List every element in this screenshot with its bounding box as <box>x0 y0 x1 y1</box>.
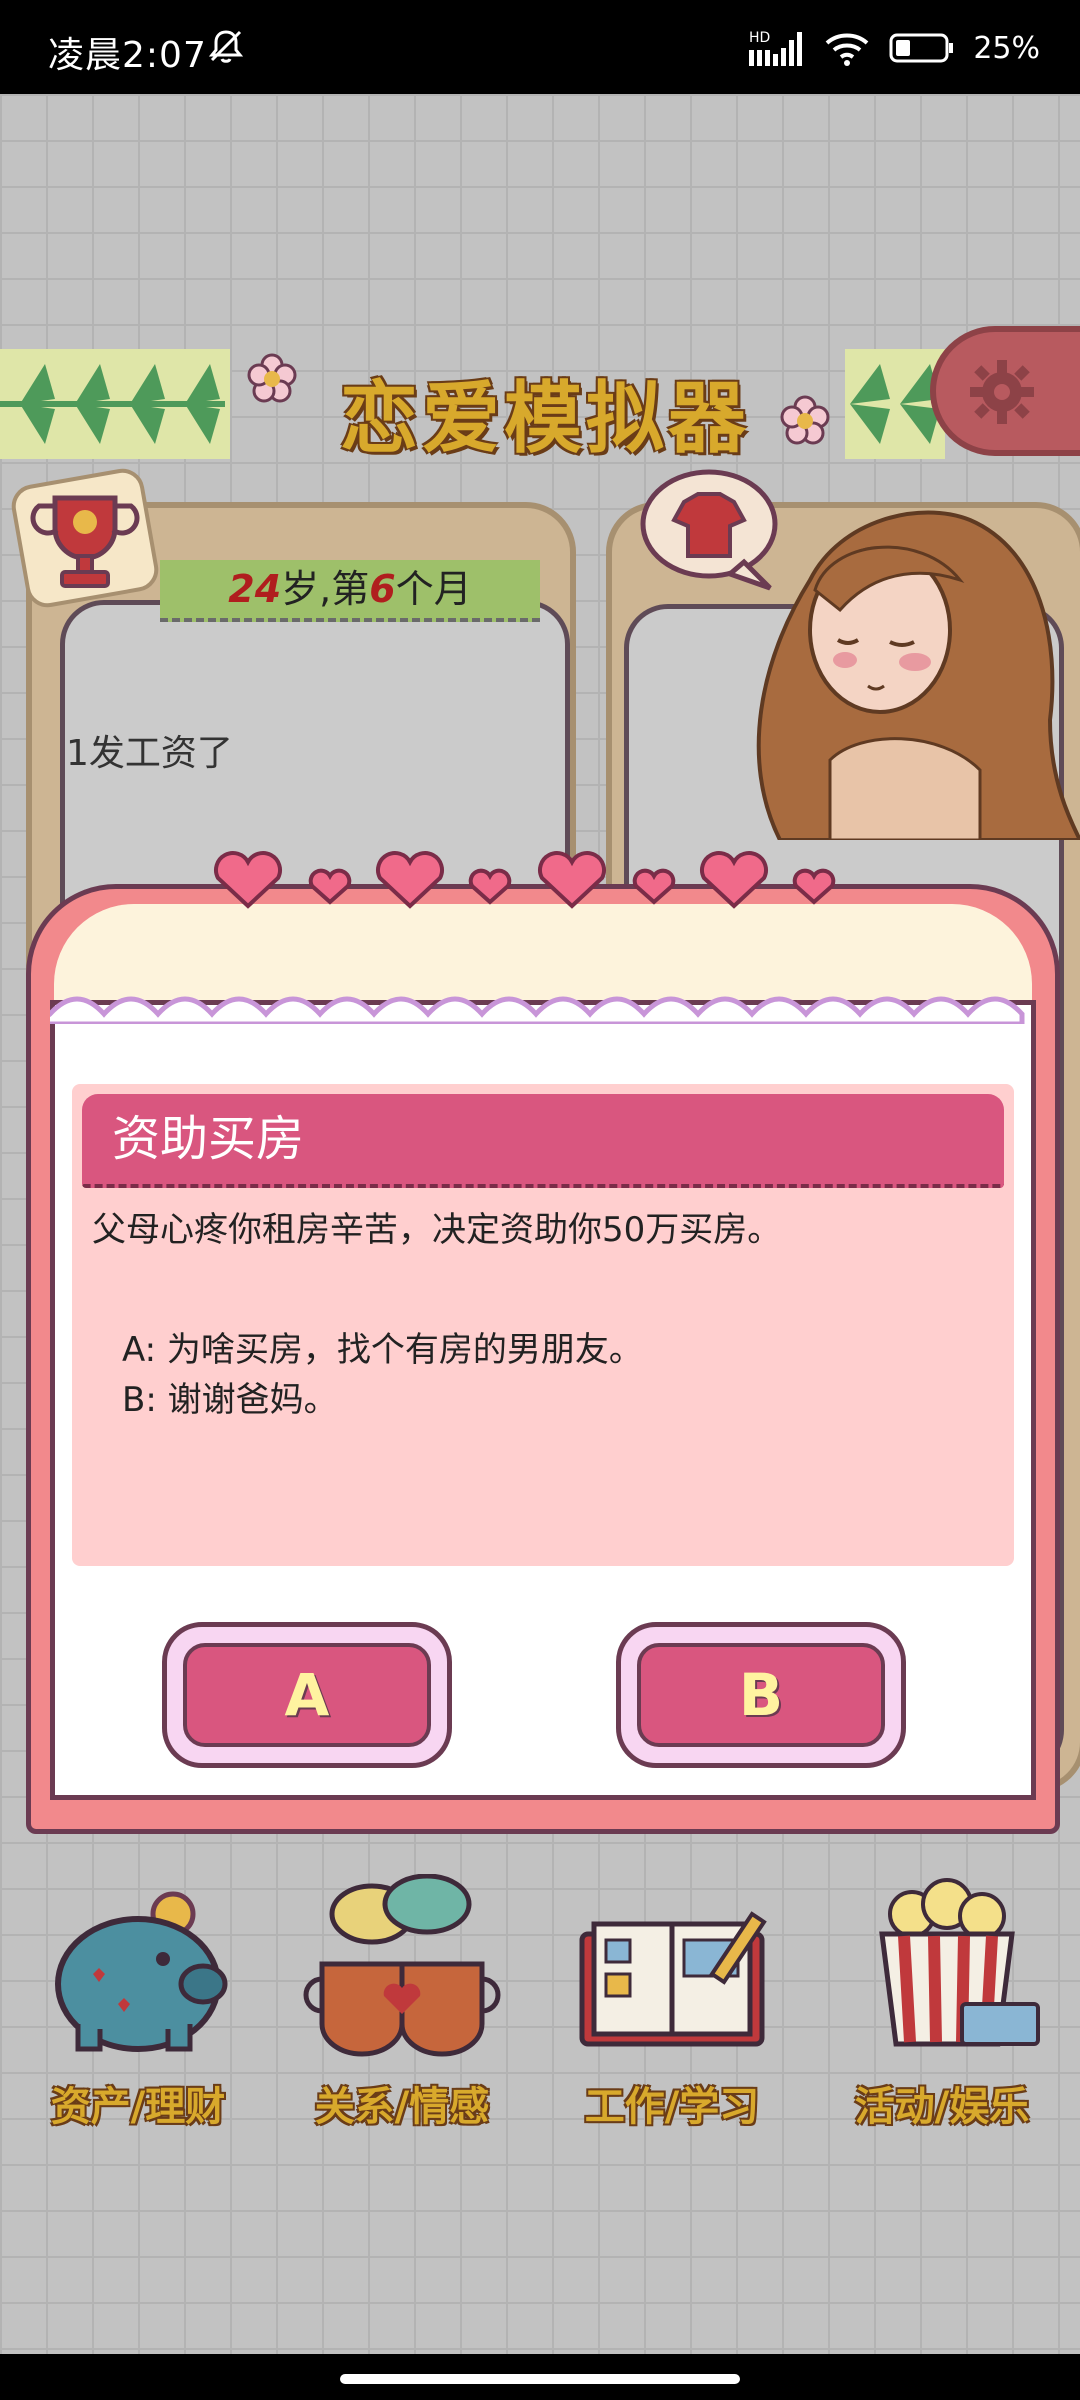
bottom-nav: 资产/理财 关系/情感 工作/学习 活动/娱乐 <box>0 1874 1080 2214</box>
nav-item-activity[interactable]: 活动/娱乐 <box>822 1874 1062 2214</box>
option-b-label: B <box>637 1643 885 1747</box>
event-title: 资助买房 <box>82 1094 1004 1188</box>
home-indicator[interactable] <box>340 2374 740 2384</box>
scalloped-edge <box>50 996 1025 1024</box>
piggy-bank-icon <box>55 1891 228 2052</box>
status-bar: 凌晨2:07 HD 25% <box>0 0 1080 94</box>
nav-label-activity: 活动/娱乐 <box>854 2084 1030 2130</box>
hearts-decoration <box>214 851 836 909</box>
nav-label-assets: 资产/理财 <box>50 2084 226 2130</box>
nav-item-relationship[interactable]: 关系/情感 <box>282 1874 522 2214</box>
battery-icon <box>889 33 954 63</box>
option-a-label: A <box>183 1643 431 1747</box>
coffee-cups-icon <box>303 1874 501 2057</box>
event-option-b: B: 谢谢爸妈。 <box>122 1380 338 1420</box>
open-book-icon <box>579 1911 767 2047</box>
nav-item-assets[interactable]: 资产/理财 <box>18 1874 258 2214</box>
event-option-a: A: 为啥买房，找个有房的男朋友。 <box>122 1330 643 1370</box>
signal-icon: HD <box>749 30 803 66</box>
heart-icon <box>214 851 836 909</box>
status-time: 凌晨2:07 <box>48 35 207 76</box>
event-description: 父母心疼你租房辛苦，决定资助你50万买房。 <box>92 1210 782 1250</box>
network-hd-label: HD <box>749 30 770 46</box>
event-dialog: 资助买房 父母心疼你租房辛苦，决定资助你50万买房。 A: 为啥买房，找个有房的… <box>26 844 1060 1834</box>
popcorn-icon <box>879 1878 1040 2047</box>
wifi-icon <box>825 33 869 66</box>
option-a-button[interactable]: A <box>162 1622 452 1768</box>
nav-label-relationship: 关系/情感 <box>314 2084 490 2130</box>
notification-muted-icon <box>208 30 244 63</box>
nav-item-work[interactable]: 工作/学习 <box>552 1874 792 2214</box>
nav-label-work: 工作/学习 <box>584 2084 760 2130</box>
option-b-button[interactable]: B <box>616 1622 906 1768</box>
battery-percent: 25% <box>973 30 1040 66</box>
game-screen: 恋爱模拟器 24岁,第6个月 1发工资了 资产/理财 关系/情感 工作/学习 活… <box>0 94 1080 2354</box>
